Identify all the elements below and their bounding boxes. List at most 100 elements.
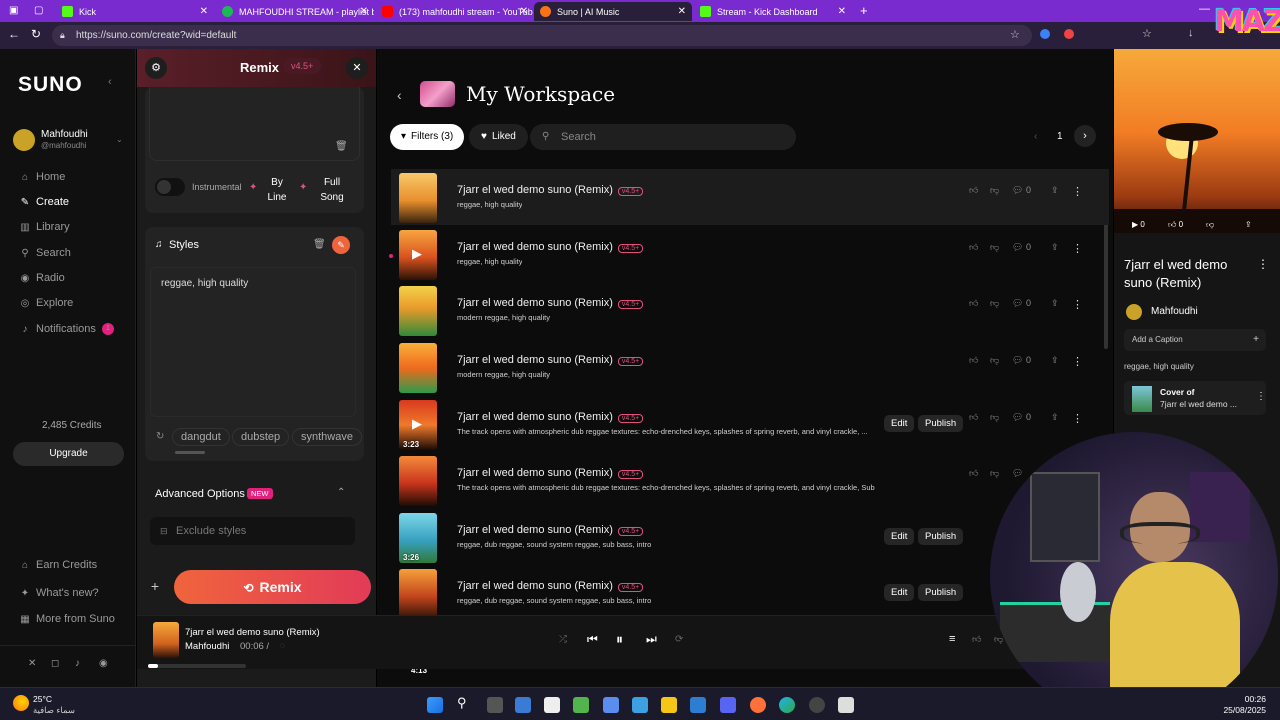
extension-icon[interactable] [1064,29,1074,39]
app-icon[interactable] [838,697,854,713]
track-row[interactable]: 7jarr el wed demo suno (Remix) v4.5+ moder… [391,282,1109,338]
style-chip[interactable]: synthwave [292,428,362,446]
share-icon[interactable]: ⇪ [1051,298,1059,309]
minimize-icon[interactable]: — [1199,3,1210,15]
tab-spotify[interactable]: MAHFOUDHI STREAM - playlist b ✕ [216,2,374,21]
task-view-icon[interactable] [487,697,503,713]
chevron-up-icon[interactable]: ⌃ [337,487,345,498]
discord-icon[interactable] [720,697,736,713]
thumbs-down-icon[interactable]: 👎︎ [990,355,999,366]
style-chip[interactable]: dubstep [232,428,290,446]
edit-button[interactable]: Edit [884,528,915,545]
search-icon[interactable]: ⚲ [457,695,473,711]
downloads-icon[interactable]: ↓ [1188,27,1194,39]
back-icon[interactable]: ‹ [397,87,402,103]
sidebar-item-search[interactable]: ⚲ Search [20,247,71,259]
x-icon[interactable]: ✕ [28,658,36,669]
comment-icon[interactable]: 💬︎ 0 [1012,298,1031,309]
cover-of-card[interactable]: Cover of 7jarr el wed demo ... ⋮ [1124,381,1266,415]
advanced-options-label[interactable]: Advanced Options [155,488,245,500]
more-icon[interactable]: ⋮ [1072,298,1083,311]
app-icon[interactable] [603,697,619,713]
more-icon[interactable]: ⋮ [1256,391,1266,402]
earn-credits-link[interactable]: ⌂ Earn Credits [20,559,97,571]
shuffle-icon[interactable]: ⤮ [559,634,567,645]
full-song-button[interactable]: ✦ Full Song [299,175,351,205]
sidebar-item-radio[interactable]: ◉ Radio [20,272,65,284]
pause-icon[interactable]: ⏸︎ [616,631,623,648]
tab-suno[interactable]: Suno | AI Music ✕ [534,2,692,21]
next-icon[interactable]: ⏭︎ [646,632,657,647]
close-icon[interactable]: ✕ [346,57,368,79]
track-thumbnail[interactable] [399,343,437,393]
sidebar-item-library[interactable]: ▥ Library [20,221,69,233]
settings-icon[interactable]: ⚙ [145,57,167,79]
track-title[interactable]: 7jarr el wed demo suno (Remix) v4.5+ [457,241,644,253]
liked-button[interactable]: ♥ Liked [469,124,528,150]
shuffle-icon[interactable]: ↻ [156,431,164,442]
track-thumbnail[interactable] [399,286,437,336]
track-thumbnail[interactable] [399,456,437,506]
thumbs-down-icon[interactable]: 👎︎ [990,242,999,253]
track-thumbnail[interactable]: 3:26 [399,513,437,563]
comment-icon[interactable]: 💬︎ 0 [1012,412,1031,423]
publish-button[interactable]: Publish [918,415,964,432]
discord-icon[interactable]: ◉ [99,658,108,669]
like-count[interactable]: 👍︎ 0 [1168,220,1183,230]
thumbs-down-icon[interactable]: 👎︎ [990,298,999,309]
edit-button[interactable]: Edit [884,415,915,432]
track-row[interactable]: ▶ 3:23 7jarr el wed demo suno (Remix) v4.5+… [391,396,1109,452]
thumbs-down-icon[interactable]: 👎︎ [1206,220,1214,230]
url-field[interactable]: 🔒︎ https://suno.com/create?wid=default [52,25,1032,46]
sidebar-item-explore[interactable]: ◎ Explore [20,297,74,309]
obs-icon[interactable] [809,697,825,713]
tab-youtube[interactable]: (173) mahfoudhi stream - YouTub ✕ [376,2,534,21]
suno-logo[interactable]: SUNO [18,73,83,97]
back-icon[interactable]: ← [8,27,20,41]
caption-input[interactable]: Add a Caption + [1124,329,1266,351]
lyrics-input[interactable] [149,87,360,161]
track-thumbnail[interactable] [399,569,437,619]
thumbs-up-icon[interactable]: 👍︎ [969,298,978,309]
thumbs-up-icon[interactable]: 👍︎ [969,412,978,423]
whats-new-link[interactable]: ✦ What's new? [20,587,99,599]
player-title[interactable]: 7jarr el wed demo suno (Remix) [185,627,320,638]
sidebar-item-home[interactable]: ⌂ Home [20,171,65,183]
add-icon[interactable]: + [147,578,163,594]
comment-icon[interactable]: 💬︎ [1012,468,1023,479]
trash-icon[interactable]: 🗑︎ [313,239,326,250]
player-artist[interactable]: Mahfoudhi [185,641,229,652]
filters-button[interactable]: ▾ Filters (3) [390,124,465,150]
clock-time[interactable]: 00:26 [1226,694,1266,704]
artist-name[interactable]: Mahfoudhi [1151,306,1198,317]
more-icon[interactable]: ⋮ [1072,185,1083,198]
cover-image[interactable] [1114,49,1280,233]
weather-icon[interactable] [13,695,29,711]
publish-button[interactable]: Publish [918,584,964,601]
previous-icon[interactable]: ⏮︎ [587,632,598,647]
version-select[interactable]: v4.5+ [283,58,322,74]
track-title[interactable]: 7jarr el wed demo suno (Remix) v4.5+ [457,354,644,366]
track-title[interactable]: 7jarr el wed demo suno (Remix) v4.5+ [457,580,644,592]
thumbs-up-icon[interactable]: 👍︎ [969,242,978,253]
tab-kick[interactable]: Kick ✕ [56,2,214,21]
repeat-icon[interactable]: ⟳ [675,634,683,645]
app-icon[interactable] [690,697,706,713]
start-icon[interactable] [427,697,443,713]
exclude-styles-input[interactable]: ⊟ Exclude styles [150,517,355,545]
chevron-down-icon[interactable]: ⌄ [116,135,123,144]
trash-icon[interactable]: 🗑︎ [335,141,348,152]
favorite-icon[interactable]: ☆ [1010,28,1020,41]
styles-input[interactable]: reggae, high quality [150,267,356,417]
chip-scrollbar[interactable] [175,451,205,454]
weather-temp[interactable]: 25°C [33,694,52,704]
player-cover[interactable] [153,622,179,658]
tab-kick-dashboard[interactable]: Stream - Kick Dashboard ✕ [694,2,852,21]
by-line-button[interactable]: ✦ By Line [249,175,291,205]
more-from-suno-link[interactable]: ▦ More from Suno [20,613,115,625]
tiktok-icon[interactable]: ♪ [75,658,80,669]
more-icon[interactable]: ⋮ [1257,257,1269,271]
more-icon[interactable]: ⋮ [1072,242,1083,255]
app-icon[interactable] [632,697,648,713]
instrumental-toggle[interactable] [155,178,185,196]
